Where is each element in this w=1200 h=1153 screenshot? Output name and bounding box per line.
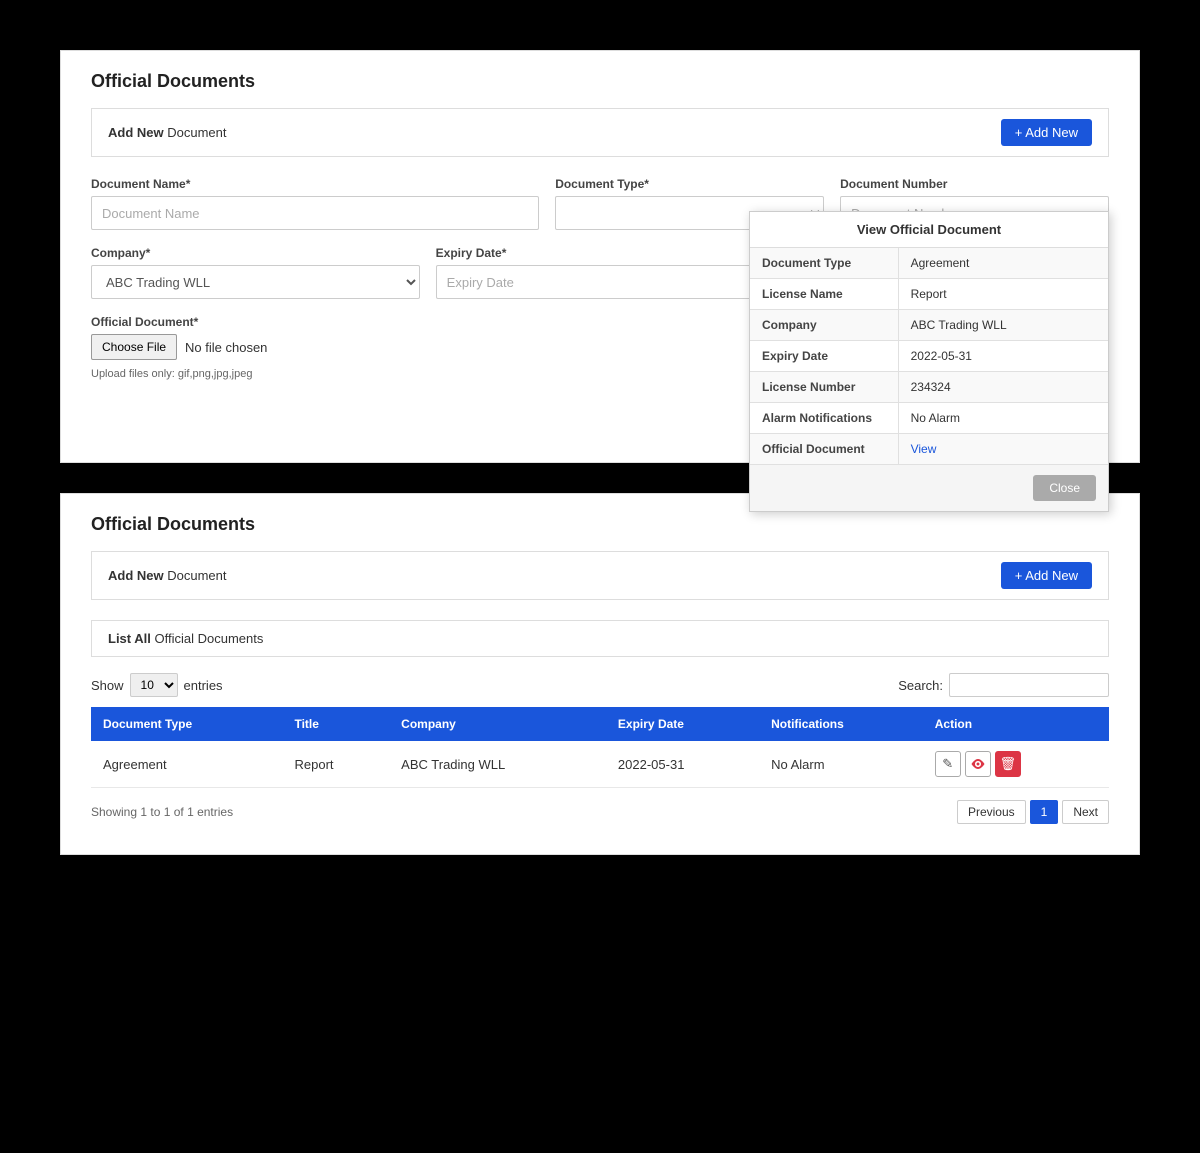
col-action: Action <box>923 707 1109 741</box>
top-add-new-button[interactable]: + Add New <box>1001 119 1092 146</box>
top-add-new-bar: Add New Document + Add New <box>91 108 1109 157</box>
search-label: Search: <box>898 678 943 693</box>
action-icons: ✎ 🗑 <box>935 751 1097 777</box>
modal-row-official-doc: Official Document View <box>750 434 1108 465</box>
modal-value-license-name: Report <box>899 279 1108 309</box>
col-expiry-date: Expiry Date <box>606 707 759 741</box>
entries-select[interactable]: 10 25 50 <box>130 673 178 697</box>
bottom-add-new-bar: Add New Document + Add New <box>91 551 1109 600</box>
search-input[interactable] <box>949 673 1109 697</box>
company-group: Company* ABC Trading WLL Company B <box>91 246 420 299</box>
modal-value-doc-type: Agreement <box>899 248 1108 278</box>
expiry-date-label: Expiry Date* <box>436 246 765 260</box>
showing-text: Showing 1 to 1 of 1 entries <box>91 805 233 819</box>
delete-icon-button[interactable]: 🗑 <box>995 751 1021 777</box>
edit-icon-button[interactable]: ✎ <box>935 751 961 777</box>
modal-header: View Official Document <box>750 212 1108 248</box>
top-panel-title: Official Documents <box>91 71 1109 92</box>
company-label: Company* <box>91 246 420 260</box>
modal-footer: Close <box>750 465 1108 511</box>
choose-file-button[interactable]: Choose File <box>91 334 177 360</box>
modal-label-alarm: Alarm Notifications <box>750 403 899 433</box>
modal-value-company: ABC Trading WLL <box>899 310 1108 340</box>
modal-label-license-number: License Number <box>750 372 899 402</box>
doc-name-input[interactable] <box>91 196 539 230</box>
show-label: Show <box>91 678 124 693</box>
cell-title: Report <box>282 741 389 788</box>
modal-row-license-number: License Number 234324 <box>750 372 1108 403</box>
doc-type-label: Document Type* <box>555 177 824 191</box>
bottom-panel: Official Documents Add New Document + Ad… <box>60 493 1140 855</box>
view-document-modal: View Official Document Document Type Agr… <box>749 211 1109 512</box>
modal-label-official-doc: Official Document <box>750 434 899 464</box>
list-all-bar: List All Official Documents <box>91 620 1109 657</box>
modal-row-alarm: Alarm Notifications No Alarm <box>750 403 1108 434</box>
pagination-bar: Showing 1 to 1 of 1 entries Previous 1 N… <box>91 800 1109 824</box>
modal-value-alarm: No Alarm <box>899 403 1108 433</box>
table-row: Agreement Report ABC Trading WLL 2022-05… <box>91 741 1109 788</box>
modal-label-doc-type: Document Type <box>750 248 899 278</box>
table-header-row: Document Type Title Company Expiry Date … <box>91 707 1109 741</box>
col-company: Company <box>389 707 606 741</box>
expiry-date-group: Expiry Date* <box>436 246 765 299</box>
bottom-panel-title: Official Documents <box>91 514 1109 535</box>
next-button[interactable]: Next <box>1062 800 1109 824</box>
col-doc-type: Document Type <box>91 707 282 741</box>
no-file-text: No file chosen <box>185 340 267 355</box>
top-add-new-label: Add New Document <box>108 125 227 140</box>
modal-close-button[interactable]: Close <box>1033 475 1096 501</box>
table-controls: Show 10 25 50 entries Search: <box>91 673 1109 697</box>
modal-row-license-name: License Name Report <box>750 279 1108 310</box>
table-head: Document Type Title Company Expiry Date … <box>91 707 1109 741</box>
modal-body: Document Type Agreement License Name Rep… <box>750 248 1108 465</box>
previous-button[interactable]: Previous <box>957 800 1026 824</box>
entries-label: entries <box>184 678 223 693</box>
bottom-add-new-button[interactable]: + Add New <box>1001 562 1092 589</box>
table-body: Agreement Report ABC Trading WLL 2022-05… <box>91 741 1109 788</box>
modal-row-doc-type: Document Type Agreement <box>750 248 1108 279</box>
search-box: Search: <box>898 673 1109 697</box>
modal-value-expiry: 2022-05-31 <box>899 341 1108 371</box>
cell-company: ABC Trading WLL <box>389 741 606 788</box>
show-entries: Show 10 25 50 entries <box>91 673 223 697</box>
doc-number-label: Document Number <box>840 177 1109 191</box>
modal-label-license-name: License Name <box>750 279 899 309</box>
modal-value-official-doc[interactable]: View <box>899 434 1108 464</box>
modal-row-company: Company ABC Trading WLL <box>750 310 1108 341</box>
page-1-button[interactable]: 1 <box>1030 800 1059 824</box>
cell-notifications: No Alarm <box>759 741 923 788</box>
cell-action: ✎ 🗑 <box>923 741 1109 788</box>
company-select[interactable]: ABC Trading WLL Company B <box>91 265 420 299</box>
modal-label-expiry: Expiry Date <box>750 341 899 371</box>
col-title: Title <box>282 707 389 741</box>
modal-label-company: Company <box>750 310 899 340</box>
expiry-date-input[interactable] <box>436 265 765 299</box>
cell-expiry-date: 2022-05-31 <box>606 741 759 788</box>
view-icon-button[interactable] <box>965 751 991 777</box>
cell-doc-type: Agreement <box>91 741 282 788</box>
modal-row-expiry: Expiry Date 2022-05-31 <box>750 341 1108 372</box>
bottom-add-new-label: Add New Document <box>108 568 227 583</box>
top-panel: Official Documents Add New Document + Ad… <box>60 50 1140 463</box>
doc-name-group: Document Name* <box>91 177 539 230</box>
pagination-controls: Previous 1 Next <box>957 800 1109 824</box>
modal-value-license-number: 234324 <box>899 372 1108 402</box>
documents-table: Document Type Title Company Expiry Date … <box>91 707 1109 788</box>
doc-name-label: Document Name* <box>91 177 539 191</box>
col-notifications: Notifications <box>759 707 923 741</box>
